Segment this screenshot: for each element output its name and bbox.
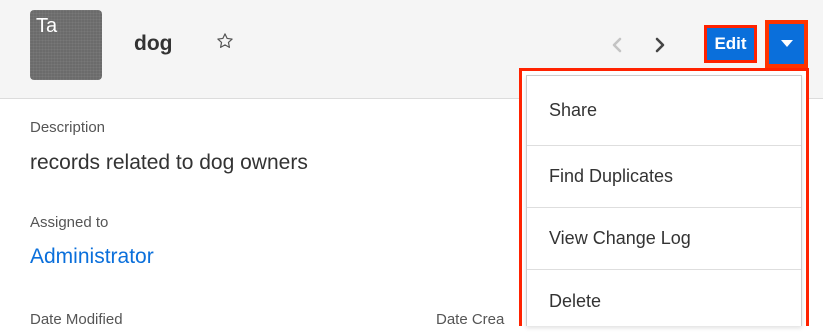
menu-item-find-duplicates[interactable]: Find Duplicates [527,146,801,208]
actions-dropdown-list: Share Find Duplicates View Change Log De… [526,75,802,326]
menu-item-delete[interactable]: Delete [527,270,801,332]
date-modified-label: Date Modified [30,311,123,328]
assigned-to-link[interactable]: Administrator [30,244,154,270]
chevron-left-icon[interactable] [610,37,624,53]
menu-item-label: Find Duplicates [549,166,674,186]
chevron-right-icon[interactable] [653,37,667,53]
menu-item-label: Delete [549,290,602,311]
edit-button[interactable]: Edit [704,25,757,63]
description-value: records related to dog owners [30,151,308,174]
record-name: dog [134,32,173,55]
avatar: Ta [30,10,102,80]
menu-item-label: View Change Log [549,228,691,248]
assigned-to-label: Assigned to [30,214,109,231]
star-outline-icon[interactable] [216,32,234,50]
avatar-text: Ta [36,15,58,37]
menu-item-label: Share [549,100,598,120]
description-label: Description [30,119,106,136]
date-created-label: Date Crea [436,311,505,328]
menu-item-share[interactable]: Share [527,76,801,146]
caret-down-icon [780,40,793,47]
menu-item-view-change-log[interactable]: View Change Log [527,208,801,270]
actions-dropdown-inner[interactable] [769,24,804,64]
actions-dropdown-menu: Share Find Duplicates View Change Log De… [519,68,809,326]
actions-dropdown-button[interactable] [765,20,808,68]
